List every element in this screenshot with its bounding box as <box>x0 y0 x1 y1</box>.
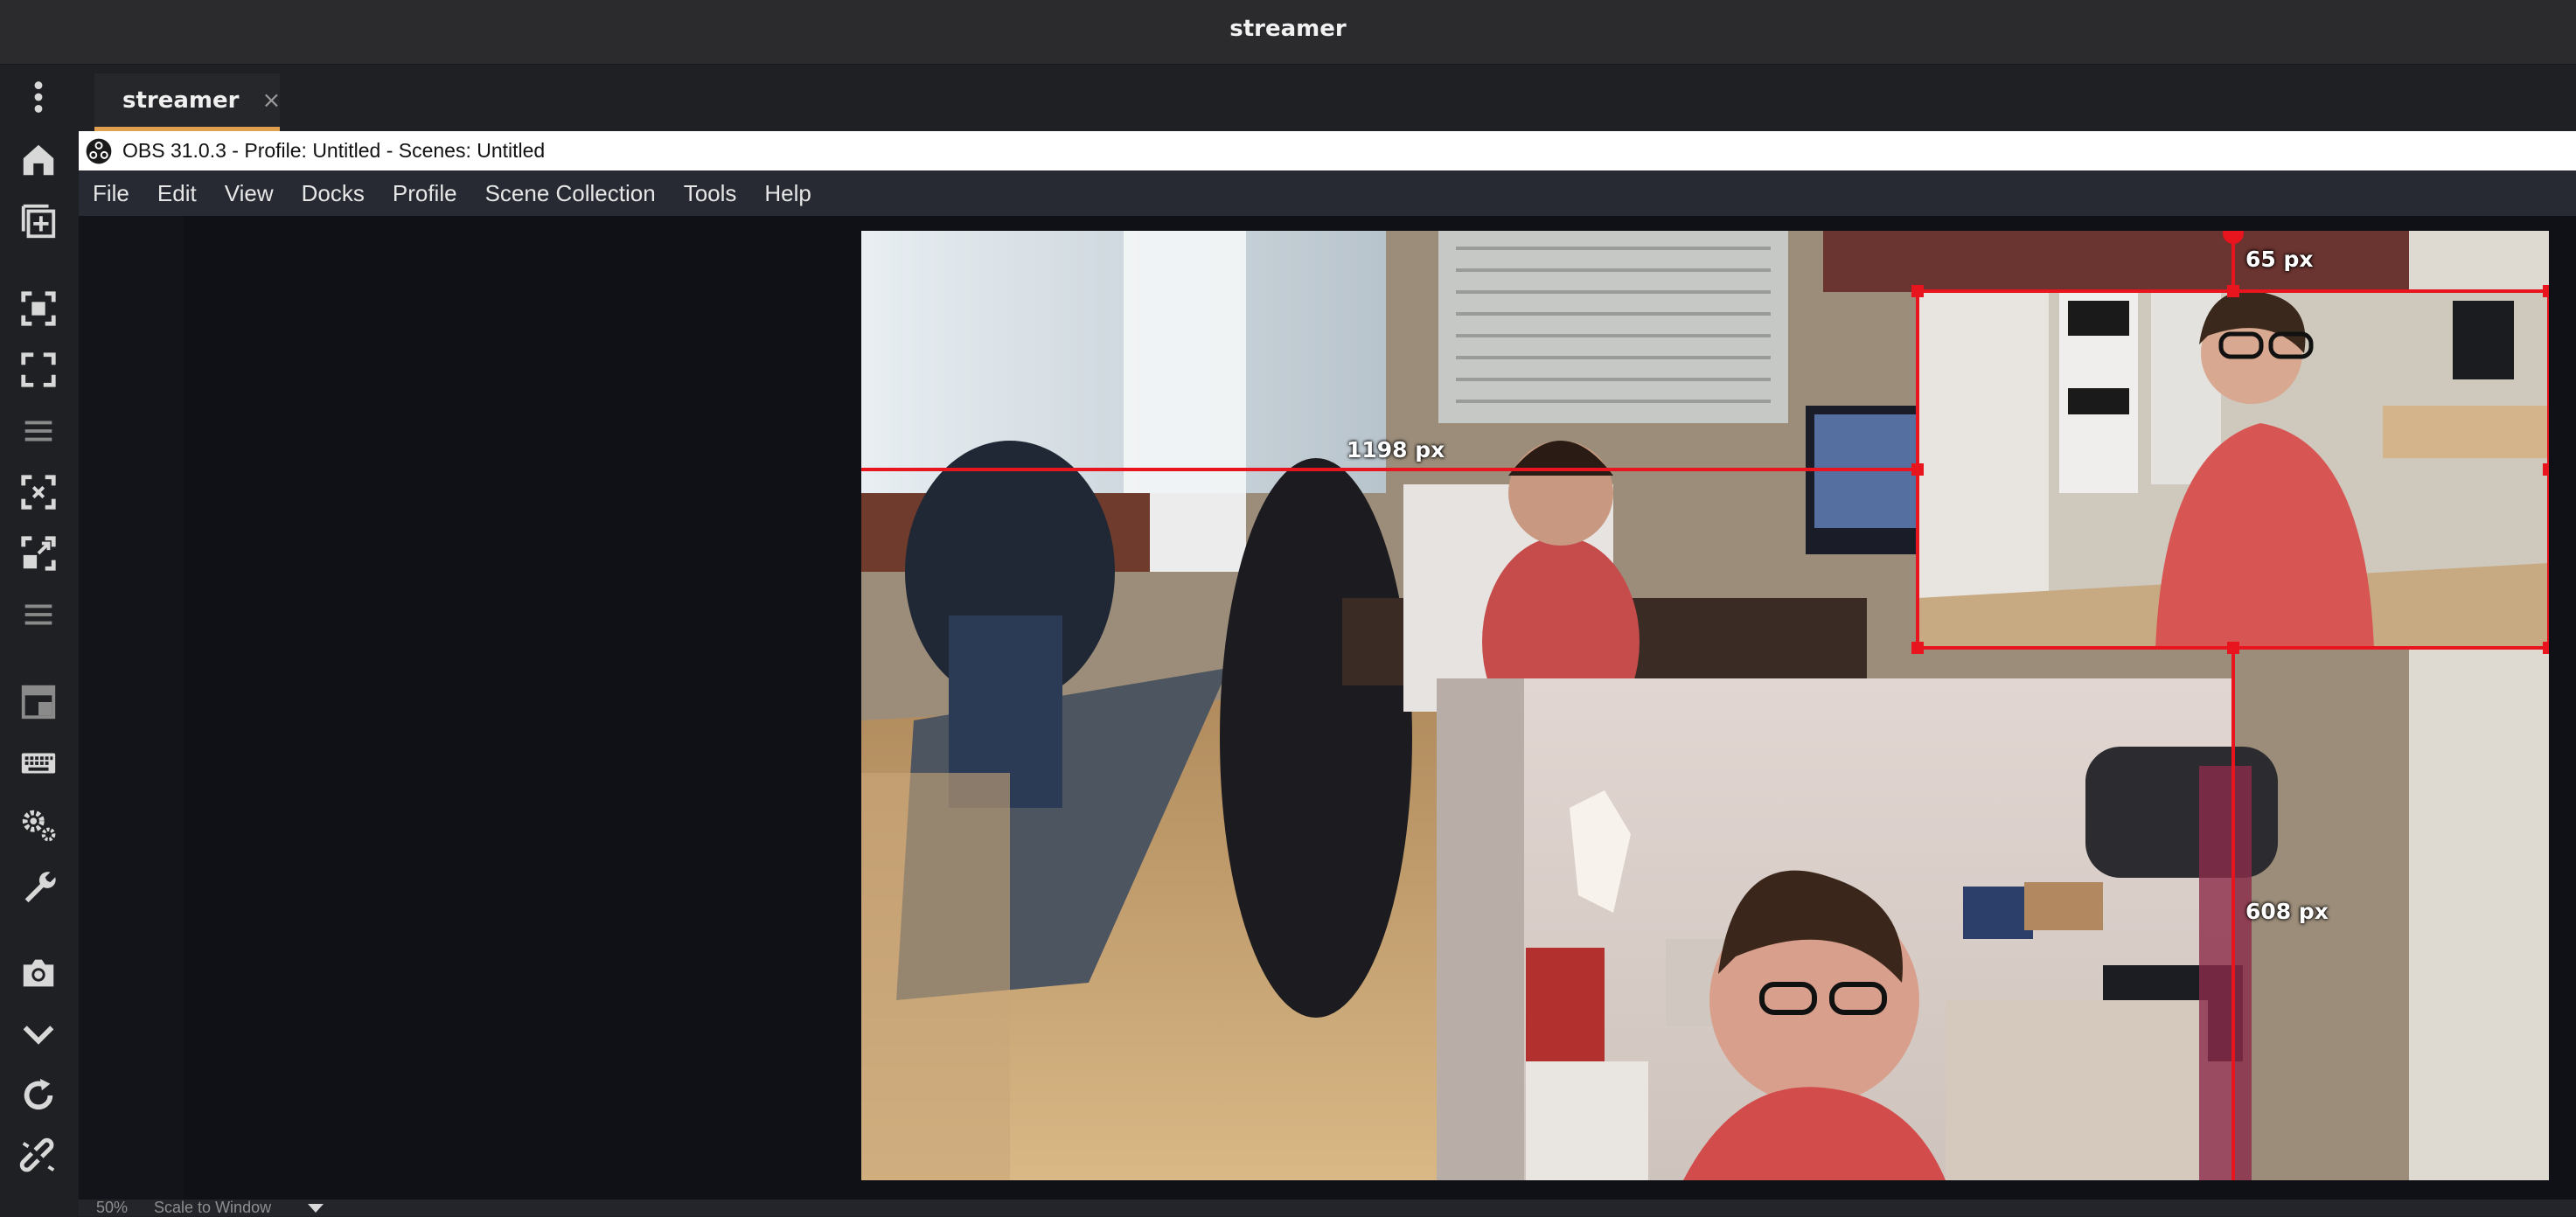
dropdown-arrow-icon[interactable] <box>306 1202 325 1214</box>
menu-edit[interactable]: Edit <box>143 180 211 207</box>
left-rail <box>0 65 79 1216</box>
menu-help[interactable]: Help <box>750 180 825 207</box>
status-bar: 50% Scale to Window <box>79 1199 2576 1217</box>
chevron-down-icon[interactable] <box>17 1012 60 1056</box>
tab-streamer[interactable]: streamer × <box>94 73 281 131</box>
wrench-icon[interactable] <box>17 864 60 908</box>
camera-icon[interactable] <box>17 951 60 995</box>
obs-window-title: OBS 31.0.3 - Profile: Untitled - Scenes:… <box>122 139 546 162</box>
scale-out-icon[interactable] <box>17 532 60 575</box>
menu-docks[interactable]: Docks <box>288 180 379 207</box>
tab-label: streamer <box>122 87 240 114</box>
guide-left-distance: 1198 px <box>1347 437 1445 462</box>
fullscreen-icon[interactable] <box>17 348 60 392</box>
menu-scene-collection[interactable]: Scene Collection <box>471 180 670 207</box>
left-dock-panel <box>79 216 184 1200</box>
preview-canvas[interactable]: 1198 px 65 px 608 px <box>861 231 2549 1180</box>
obs-logo-icon <box>86 138 112 163</box>
guide-bottom-distance: 608 px <box>2245 899 2329 924</box>
menu-view[interactable]: View <box>211 180 288 207</box>
scale-mode-select[interactable]: Scale to Window <box>154 1199 271 1217</box>
tab-close-icon[interactable]: × <box>261 87 281 114</box>
keyboard-icon[interactable] <box>17 741 60 785</box>
obs-titlebar: OBS 31.0.3 - Profile: Untitled - Scenes:… <box>79 131 2576 170</box>
home-icon[interactable] <box>17 138 60 182</box>
menu-tools[interactable]: Tools <box>670 180 751 207</box>
guide-top-distance: 65 px <box>2245 247 2314 272</box>
layout-icon[interactable] <box>17 680 60 724</box>
link-break-icon[interactable] <box>17 1135 60 1179</box>
tab-bar: streamer × <box>79 65 2576 131</box>
refresh-icon[interactable] <box>17 1074 60 1117</box>
menu-file[interactable]: File <box>79 180 143 207</box>
scale-in-icon[interactable] <box>17 470 60 514</box>
menu-lines-icon[interactable] <box>17 593 60 636</box>
settings-icon[interactable] <box>17 803 60 846</box>
window-title: streamer <box>1229 16 1347 42</box>
window-titlebar: streamer <box>0 0 2576 65</box>
more-vertical-icon[interactable] <box>17 75 60 119</box>
menu-profile[interactable]: Profile <box>379 180 471 207</box>
zoom-level[interactable]: 50% <box>96 1199 128 1217</box>
menu-lines-icon[interactable] <box>17 409 60 453</box>
menu-bar: File Edit View Docks Profile Scene Colle… <box>79 170 2576 216</box>
add-box-icon[interactable] <box>17 199 60 243</box>
focus-icon[interactable] <box>17 287 60 330</box>
preview-scene <box>861 231 2549 1180</box>
